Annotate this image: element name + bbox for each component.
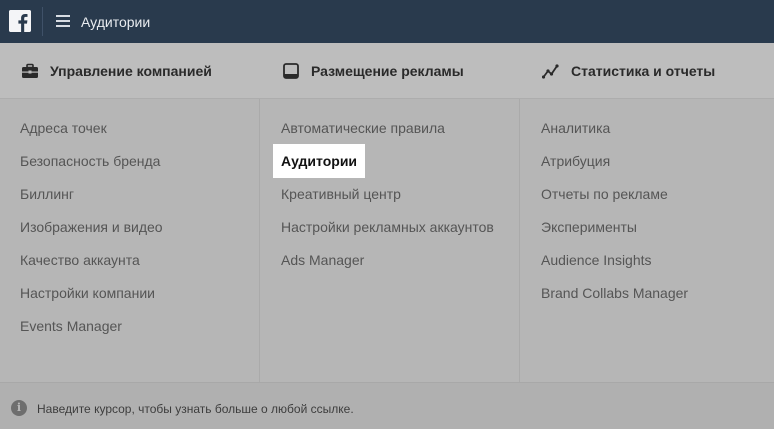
advertising-links: Автоматические правила Аудитории Креатив… [273,118,494,283]
top-navigation-bar: Аудитории [0,0,774,43]
menu-link[interactable]: Креативный центр [281,184,494,217]
briefcase-icon [21,63,39,79]
menu-link[interactable]: Качество аккаунта [20,250,163,283]
menu-link[interactable]: Events Manager [20,316,163,349]
section-heading-label: Размещение рекламы [311,63,464,79]
page-title[interactable]: Аудитории [81,14,150,30]
topbar-divider [42,7,43,36]
hamburger-icon[interactable] [56,15,70,27]
analytics-links: Аналитика Атрибуция Отчеты по рекламе Эк… [541,118,688,316]
tablet-icon [282,63,300,79]
business-management-links: Адреса точек Безопасность бренда Биллинг… [20,118,163,349]
info-icon: i [11,400,27,416]
menu-link[interactable]: Brand Collabs Manager [541,283,688,316]
menu-link[interactable]: Адреса точек [20,118,163,151]
menu-link[interactable]: Настройки рекламных аккаунтов [281,217,494,250]
section-heading-analytics: Статистика и отчеты [541,63,716,79]
menu-link[interactable]: Ads Manager [281,250,494,283]
section-heading-label: Статистика и отчеты [571,63,716,79]
hint-footer: i Наведите курсор, чтобы узнать больше о… [0,382,774,429]
menu-link[interactable]: Безопасность бренда [20,151,163,184]
menu-link[interactable]: Настройки компании [20,283,163,316]
menu-link[interactable]: Аналитика [541,118,688,151]
hint-text: Наведите курсор, чтобы узнать больше о л… [37,402,354,416]
section-heading-business-management: Управление компанией [21,63,212,79]
menu-link-active[interactable]: Аудитории [273,144,494,184]
column-divider [259,99,260,382]
menu-link[interactable]: Атрибуция [541,151,688,184]
menu-link[interactable]: Изображения и видео [20,217,163,250]
menu-link[interactable]: Отчеты по рекламе [541,184,688,217]
menu-link[interactable]: Audience Insights [541,250,688,283]
menu-link[interactable]: Биллинг [20,184,163,217]
menu-link[interactable]: Эксперименты [541,217,688,250]
section-heading-label: Управление компанией [50,63,212,79]
section-heading-advertising: Размещение рекламы [282,63,464,79]
facebook-f-icon[interactable] [9,10,31,32]
trend-line-icon [541,63,560,79]
section-header-row: Управление компанией Размещение рекламы … [0,43,774,99]
column-divider [519,99,520,382]
